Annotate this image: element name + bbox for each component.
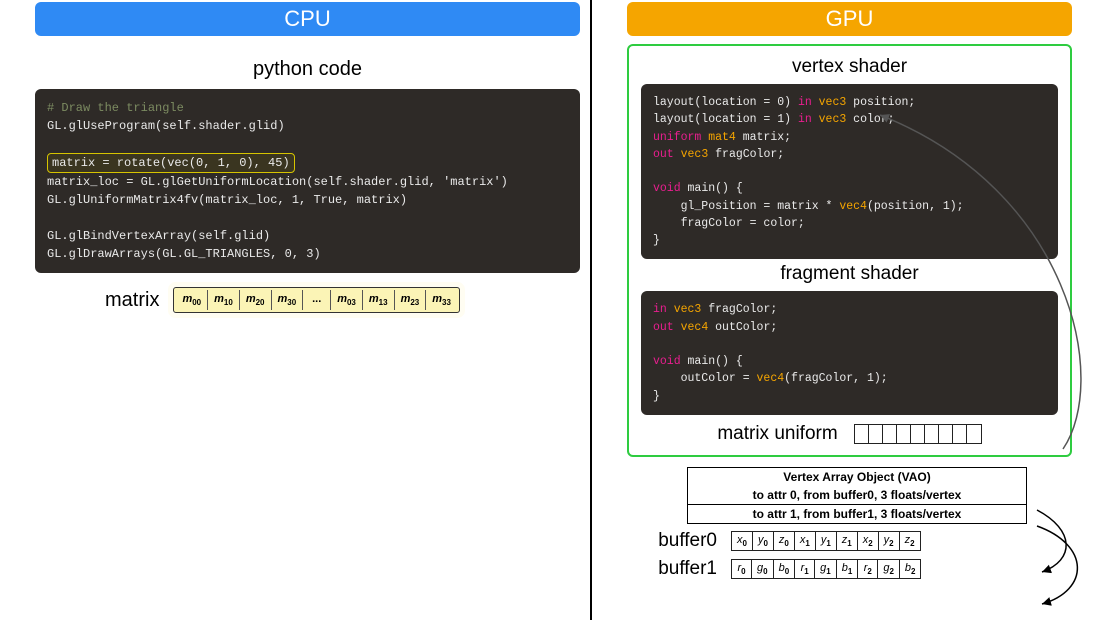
matrix-visual: matrix m00m10m20m30...m03m13m23m33 (105, 287, 580, 313)
code-line: GL.glUniformMatrix4fv(matrix_loc, 1, Tru… (47, 193, 407, 207)
vao-row: to attr 0, from buffer0, 3 floats/vertex (687, 486, 1027, 505)
matrix-cells: m00m10m20m30...m03m13m23m33 (173, 287, 460, 313)
buffer1-row: buffer1 r0g0b0r1g1b1r2g2b2 (627, 558, 1072, 580)
uniform-cells (854, 424, 982, 444)
vao-box: Vertex Array Object (VAO) to attr 0, fro… (687, 467, 1027, 524)
buffer1-cells: r0g0b0r1g1b1r2g2b2 (731, 559, 921, 579)
vertex-shader-title: vertex shader (641, 56, 1058, 78)
code-line: GL.glDrawArrays(GL.GL_TRIANGLES, 0, 3) (47, 247, 321, 261)
gpu-panel: GPU vertex shader layout(location = 0) i… (592, 0, 1092, 641)
code-line: GL.glBindVertexArray(self.glid) (47, 229, 270, 243)
gpu-program-box: vertex shader layout(location = 0) in ve… (627, 44, 1072, 457)
python-code-title: python code (35, 58, 580, 81)
buffer-label: buffer1 (627, 558, 717, 580)
code-comment: # Draw the triangle (47, 101, 184, 115)
buffer0-row: buffer0 x0y0z0x1y1z1x2y2z2 (627, 530, 1072, 552)
buffer-label: buffer0 (627, 530, 717, 552)
cpu-header: CPU (35, 2, 580, 36)
uniform-row: matrix uniform (641, 423, 1058, 445)
vertex-shader-code: layout(location = 0) in vec3 position; l… (641, 84, 1058, 259)
vao-title: Vertex Array Object (VAO) (687, 467, 1027, 486)
fragment-shader-code: in vec3 fragColor; out vec4 outColor; vo… (641, 291, 1058, 415)
code-highlight: matrix = rotate(vec(0, 1, 0), 45) (47, 153, 295, 173)
vao-row: to attr 1, from buffer1, 3 floats/vertex (687, 505, 1027, 524)
buffer0-cells: x0y0z0x1y1z1x2y2z2 (731, 531, 921, 551)
code-line: GL.glUseProgram(self.shader.glid) (47, 119, 285, 133)
python-code-block: # Draw the triangle GL.glUseProgram(self… (35, 89, 580, 273)
fragment-shader-title: fragment shader (641, 263, 1058, 285)
matrix-label: matrix (105, 289, 159, 312)
code-line: matrix_loc = GL.glGetUniformLocation(sel… (47, 175, 508, 189)
cpu-panel: CPU python code # Draw the triangle GL.g… (0, 0, 590, 641)
gpu-header: GPU (627, 2, 1072, 36)
uniform-label: matrix uniform (717, 423, 837, 445)
